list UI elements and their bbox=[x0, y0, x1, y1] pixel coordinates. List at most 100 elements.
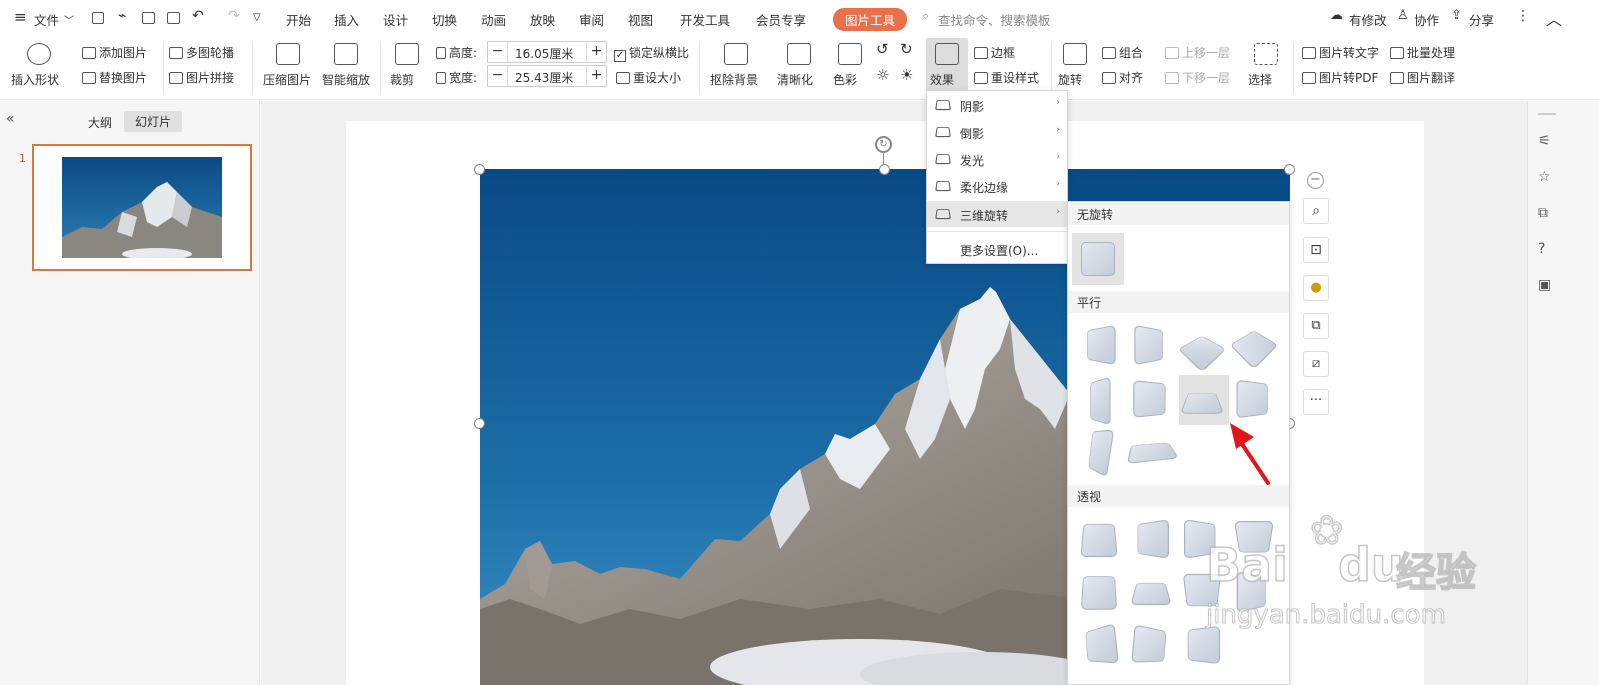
preset-parallel-1[interactable] bbox=[1087, 324, 1116, 366]
multi-carousel-button[interactable]: 多图轮播 bbox=[169, 44, 234, 61]
width-increase-button[interactable]: + bbox=[586, 66, 606, 86]
tab-outline[interactable]: 大纲 bbox=[88, 114, 112, 131]
add-picture-button[interactable]: 添加图片 bbox=[82, 44, 147, 61]
color-button[interactable]: 色彩 bbox=[833, 71, 857, 88]
picture-to-pdf-button[interactable]: 图片转PDF bbox=[1302, 69, 1378, 86]
tab-view[interactable]: 视图 bbox=[628, 10, 653, 29]
modified-status[interactable]: 有修改 bbox=[1349, 10, 1387, 29]
more-icon[interactable]: ⋮ bbox=[1516, 8, 1530, 24]
preset-parallel-5[interactable] bbox=[1090, 376, 1111, 426]
fill-icon[interactable]: ⧄ bbox=[1303, 351, 1329, 377]
preset-parallel-3[interactable] bbox=[1177, 335, 1227, 373]
height-value[interactable]: 16.05厘米 bbox=[515, 45, 573, 62]
crop-button[interactable]: 裁剪 bbox=[390, 71, 414, 88]
collab-button[interactable]: 协作 bbox=[1414, 10, 1439, 29]
picture-translate-button[interactable]: 图片翻译 bbox=[1390, 69, 1455, 86]
send-backward-button[interactable]: 下移一层 bbox=[1165, 69, 1230, 86]
align-button[interactable]: 对齐 bbox=[1102, 69, 1143, 86]
hamburger-icon[interactable]: ≡ bbox=[14, 8, 27, 26]
tab-slideshow[interactable]: 放映 bbox=[530, 10, 555, 29]
lock-ratio-checkbox[interactable]: ✓ 锁定纵横比 bbox=[614, 44, 689, 62]
width-value[interactable]: 25.43厘米 bbox=[515, 69, 573, 86]
slide-thumbnail[interactable] bbox=[32, 144, 252, 271]
collapse-toolbar-icon[interactable]: − bbox=[1307, 172, 1324, 189]
resize-handle-left[interactable] bbox=[474, 418, 485, 429]
height-field[interactable]: − 16.05厘米 + bbox=[487, 41, 607, 63]
rotate-right-icon[interactable]: ↻ bbox=[900, 40, 913, 58]
tab-review[interactable]: 审阅 bbox=[579, 10, 604, 29]
smart-zoom-button[interactable]: 智能缩放 bbox=[322, 71, 370, 88]
effects-item-soft-edges[interactable]: 柔化边缘 › bbox=[927, 173, 1067, 199]
share-button[interactable]: 分享 bbox=[1469, 10, 1494, 29]
preset-parallel-6[interactable] bbox=[1133, 380, 1166, 418]
preset-parallel-8[interactable] bbox=[1236, 379, 1268, 419]
preset-perspective-5[interactable] bbox=[1080, 576, 1118, 610]
effects-item-shadow[interactable]: 阴影 › bbox=[927, 92, 1067, 118]
preset-perspective-2[interactable] bbox=[1137, 519, 1169, 559]
preset-parallel-4[interactable] bbox=[1229, 330, 1279, 370]
brightness-up-icon[interactable]: ☀ bbox=[900, 66, 913, 84]
insert-shape-button[interactable]: 插入形状 bbox=[11, 71, 59, 88]
resize-handle-top[interactable] bbox=[879, 164, 890, 175]
print-icon[interactable] bbox=[142, 10, 158, 25]
collapse-panel-icon[interactable]: « bbox=[6, 111, 15, 127]
rotate-handle-icon[interactable]: ↻ bbox=[875, 136, 892, 153]
lightbulb-icon[interactable]: ● bbox=[1303, 275, 1329, 301]
batch-process-button[interactable]: 批量处理 bbox=[1390, 44, 1455, 61]
preset-perspective-1[interactable] bbox=[1080, 523, 1118, 558]
group-button[interactable]: 组合 bbox=[1102, 44, 1143, 61]
more-tools-icon[interactable]: ··· bbox=[1303, 389, 1329, 415]
star-icon[interactable]: ☆ bbox=[1538, 169, 1551, 185]
settings-sliders-icon[interactable]: ⚟ bbox=[1538, 133, 1551, 149]
tab-transition[interactable]: 切换 bbox=[432, 10, 457, 29]
preset-parallel-10[interactable] bbox=[1126, 442, 1179, 464]
help-icon[interactable]: ? bbox=[1538, 241, 1545, 257]
resize-handle-top-right[interactable] bbox=[1284, 164, 1295, 175]
search-input[interactable]: 查找命令、搜索模板 bbox=[938, 10, 1051, 29]
crop-tool-icon[interactable]: ⊡ bbox=[1303, 237, 1329, 263]
select-button[interactable]: 选择 bbox=[1248, 71, 1272, 88]
rotate-button[interactable]: 旋转 bbox=[1058, 71, 1082, 88]
bring-forward-button[interactable]: 上移一层 bbox=[1165, 44, 1230, 61]
preset-parallel-2[interactable] bbox=[1134, 324, 1163, 366]
rotate-left-icon[interactable]: ↺ bbox=[876, 40, 889, 58]
picture-to-text-button[interactable]: 图片转文字 bbox=[1302, 44, 1379, 61]
save-icon[interactable] bbox=[92, 10, 107, 25]
preset-parallel-9[interactable] bbox=[1088, 429, 1115, 478]
preset-no-rotation[interactable] bbox=[1081, 242, 1115, 276]
tab-slides[interactable]: 幻灯片 bbox=[124, 111, 183, 132]
tab-picture-tools[interactable]: 图片工具 bbox=[833, 8, 908, 31]
slides-icon[interactable]: ⧉ bbox=[1538, 205, 1548, 221]
effects-item-glow[interactable]: 发光 › bbox=[927, 146, 1067, 172]
print-preview-icon[interactable] bbox=[167, 10, 183, 25]
sharpen-button[interactable]: 清晰化 bbox=[777, 71, 813, 88]
brightness-down-icon[interactable]: ☼ bbox=[876, 66, 889, 84]
undo-icon[interactable]: ↶ bbox=[192, 8, 204, 24]
effects-item-reflection[interactable]: 倒影 › bbox=[927, 119, 1067, 145]
compress-button[interactable]: 压缩图片 bbox=[263, 71, 311, 88]
preset-perspective-10[interactable] bbox=[1131, 624, 1167, 663]
border-button[interactable]: 边框 bbox=[974, 44, 1015, 61]
width-decrease-button[interactable]: − bbox=[488, 66, 508, 86]
tab-member[interactable]: 会员专享 bbox=[756, 10, 806, 29]
tab-insert[interactable]: 插入 bbox=[334, 10, 359, 29]
remove-background-button[interactable]: 抠除背景 bbox=[710, 71, 758, 88]
effects-item-3d-rotation[interactable]: 三维旋转 › bbox=[927, 201, 1067, 227]
redo-icon[interactable]: ↷ bbox=[228, 8, 240, 24]
tab-developer[interactable]: 开发工具 bbox=[680, 10, 730, 29]
replace-image-icon[interactable]: ⧉ bbox=[1303, 313, 1329, 339]
file-menu[interactable]: 文件 bbox=[34, 10, 59, 29]
picture-collage-button[interactable]: 图片拼接 bbox=[169, 69, 234, 86]
box-icon[interactable]: ▣ bbox=[1538, 277, 1551, 293]
tab-home[interactable]: 开始 bbox=[286, 10, 311, 29]
reset-style-button[interactable]: 重设样式 bbox=[974, 69, 1039, 86]
width-field[interactable]: − 25.43厘米 + bbox=[487, 65, 607, 87]
effects-button[interactable]: 效果 bbox=[926, 38, 968, 92]
effects-more-settings[interactable]: 更多设置(O)... bbox=[927, 236, 1067, 262]
height-increase-button[interactable]: + bbox=[586, 42, 606, 62]
resize-handle-top-left[interactable] bbox=[474, 164, 485, 175]
zoom-icon[interactable]: ⌕ bbox=[1303, 198, 1329, 224]
chevron-down-icon[interactable]: ﹀ bbox=[64, 12, 74, 27]
reset-size-button[interactable]: 重设大小 bbox=[616, 69, 681, 86]
tab-design[interactable]: 设计 bbox=[383, 10, 408, 29]
